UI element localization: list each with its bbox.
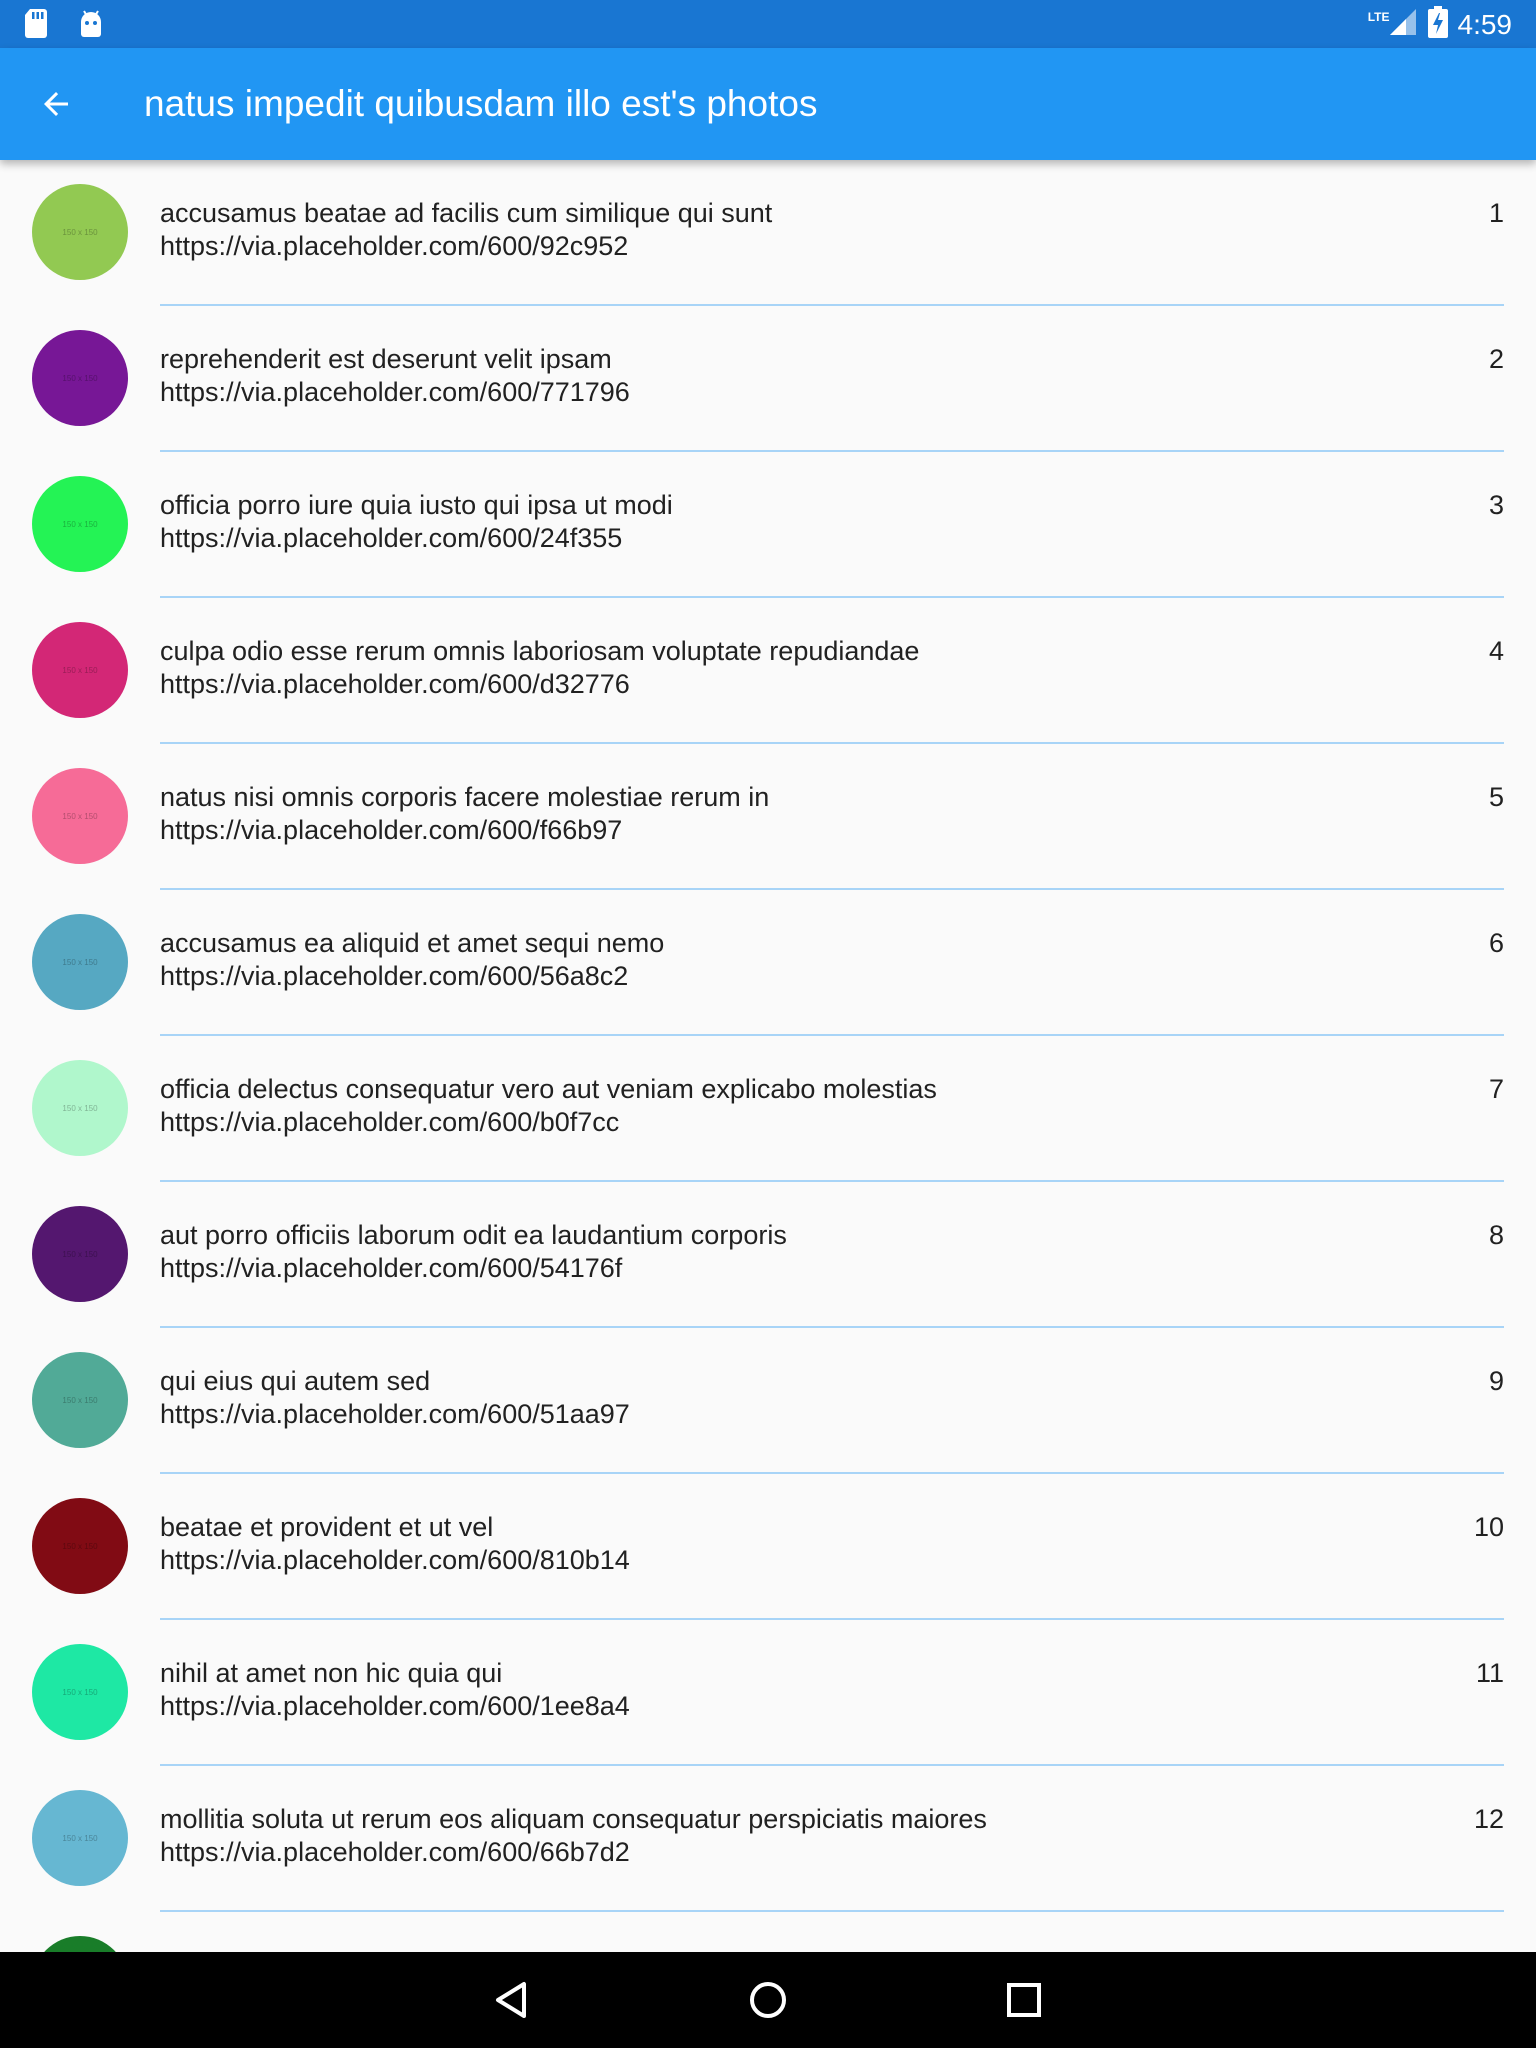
photo-thumbnail: 150 x 150 (32, 1498, 128, 1594)
photo-index: 6 (1488, 928, 1504, 958)
nav-recents-button[interactable] (1000, 1976, 1048, 2024)
photo-title: qui eius qui autem sed (160, 1366, 431, 1396)
photo-thumbnail (32, 1936, 128, 1952)
app-bar: natus impedit quibusdam illo est's photo… (0, 48, 1536, 160)
photo-list-item[interactable] (0, 1912, 1536, 1952)
photo-thumbnail: 150 x 150 (32, 1206, 128, 1302)
photo-list-item[interactable]: 150 x 150 officia porro iure quia iusto q… (0, 452, 1536, 598)
nav-back-button[interactable] (488, 1976, 536, 2024)
photo-title: natus nisi omnis corporis facere molesti… (160, 782, 770, 812)
photo-index: 9 (1488, 1366, 1504, 1396)
photo-title: aut porro officiis laborum odit ea lauda… (160, 1220, 787, 1250)
photo-list-item[interactable]: 150 x 150 accusamus beatae ad facilis cum… (0, 160, 1536, 306)
photo-list[interactable]: 150 x 150 accusamus beatae ad facilis cum… (0, 160, 1536, 1952)
photo-index: 3 (1488, 490, 1504, 520)
photo-list-item[interactable]: 150 x 150 nihil at amet non hic quia qui h… (0, 1620, 1536, 1766)
photo-thumbnail: 150 x 150 (32, 330, 128, 426)
photo-thumbnail: 150 x 150 (32, 1352, 128, 1448)
photo-list-item[interactable]: 150 x 150 accusamus ea aliquid et amet se… (0, 890, 1536, 1036)
back-triangle-icon (496, 1982, 526, 2018)
photo-url: https://via.placeholder.com/600/d32776 (160, 669, 630, 699)
photo-url: https://via.placeholder.com/600/56a8c2 (160, 961, 629, 991)
photo-title: culpa odio esse rerum omnis laboriosam v… (160, 636, 920, 666)
photo-thumbnail: 150 x 150 (32, 1644, 128, 1740)
photo-list-item[interactable]: 150 x 150 mollitia soluta ut rerum eos al… (0, 1766, 1536, 1912)
photo-list-item[interactable]: 150 x 150 aut porro officiis laborum odit… (0, 1182, 1536, 1328)
photo-title: officia porro iure quia iusto qui ipsa u… (160, 490, 673, 520)
photo-index: 1 (1488, 198, 1504, 228)
photo-index: 4 (1488, 636, 1504, 666)
photo-index: 8 (1488, 1220, 1504, 1250)
android-icon (78, 8, 104, 43)
photo-thumbnail: 150 x 150 (32, 768, 128, 864)
page-title: natus impedit quibusdam illo est's photo… (144, 83, 818, 124)
photo-thumbnail: 150 x 150 (32, 622, 128, 718)
photo-title: beatae et provident et ut vel (160, 1512, 494, 1542)
back-button[interactable] (34, 82, 78, 126)
photo-url: https://via.placeholder.com/600/f66b97 (160, 815, 623, 845)
photo-thumbnail: 150 x 150 (32, 914, 128, 1010)
photo-url: https://via.placeholder.com/600/54176f (160, 1253, 623, 1283)
photo-list-item[interactable]: 150 x 150 beatae et provident et ut vel ht… (0, 1474, 1536, 1620)
photo-index: 10 (1473, 1512, 1504, 1542)
photo-url: https://via.placeholder.com/600/810b14 (160, 1545, 630, 1575)
photo-index: 5 (1488, 782, 1504, 812)
photo-list-item[interactable]: 150 x 150 officia delectus consequatur ve… (0, 1036, 1536, 1182)
photo-title: mollitia soluta ut rerum eos aliquam con… (160, 1804, 987, 1834)
photo-thumbnail: 150 x 150 (32, 476, 128, 572)
photo-title: reprehenderit est deserunt velit ipsam (160, 344, 612, 374)
sd-card-icon (24, 8, 50, 43)
photo-url: https://via.placeholder.com/600/b0f7cc (160, 1107, 620, 1137)
navigation-bar (0, 1952, 1536, 2048)
photo-list-item[interactable]: 150 x 150 culpa odio esse rerum omnis lab… (0, 598, 1536, 744)
photo-index: 12 (1473, 1804, 1504, 1834)
photo-url: https://via.placeholder.com/600/1ee8a4 (160, 1691, 630, 1721)
photo-url: https://via.placeholder.com/600/66b7d2 (160, 1837, 630, 1867)
signal-icon (1388, 7, 1418, 42)
photo-list-item[interactable]: 150 x 150 natus nisi omnis corporis facer… (0, 744, 1536, 890)
photo-title: accusamus ea aliquid et amet sequi nemo (160, 928, 665, 958)
battery-charging-icon (1427, 6, 1448, 43)
photo-thumbnail: 150 x 150 (32, 184, 128, 280)
photo-title: nihil at amet non hic quia qui (160, 1658, 503, 1688)
photo-url: https://via.placeholder.com/600/51aa97 (160, 1399, 630, 1429)
arrow-back-icon (44, 92, 68, 116)
photo-thumbnail: 150 x 150 (32, 1790, 128, 1886)
photo-index: 7 (1488, 1074, 1504, 1104)
photo-list-item[interactable]: 150 x 150 reprehenderit est deserunt veli… (0, 306, 1536, 452)
network-type: LTE (1367, 9, 1390, 24)
photo-title: accusamus beatae ad facilis cum similiqu… (160, 198, 773, 228)
photo-title: officia delectus consequatur vero aut ve… (160, 1074, 937, 1104)
photo-index: 11 (1475, 1658, 1504, 1688)
home-circle-icon (750, 1982, 786, 2018)
status-bar: LTE 4:59 (0, 0, 1536, 48)
clock: 4:59 (1457, 8, 1513, 40)
photo-index: 2 (1488, 344, 1504, 374)
photo-url: https://via.placeholder.com/600/24f355 (160, 523, 623, 553)
photo-thumbnail: 150 x 150 (32, 1060, 128, 1156)
photo-url: https://via.placeholder.com/600/92c952 (160, 231, 629, 261)
nav-home-button[interactable] (744, 1976, 792, 2024)
recents-square-icon (1007, 1983, 1041, 2017)
photo-url: https://via.placeholder.com/600/771796 (160, 377, 630, 407)
photo-list-item[interactable]: 150 x 150 qui eius qui autem sed https://v… (0, 1328, 1536, 1474)
